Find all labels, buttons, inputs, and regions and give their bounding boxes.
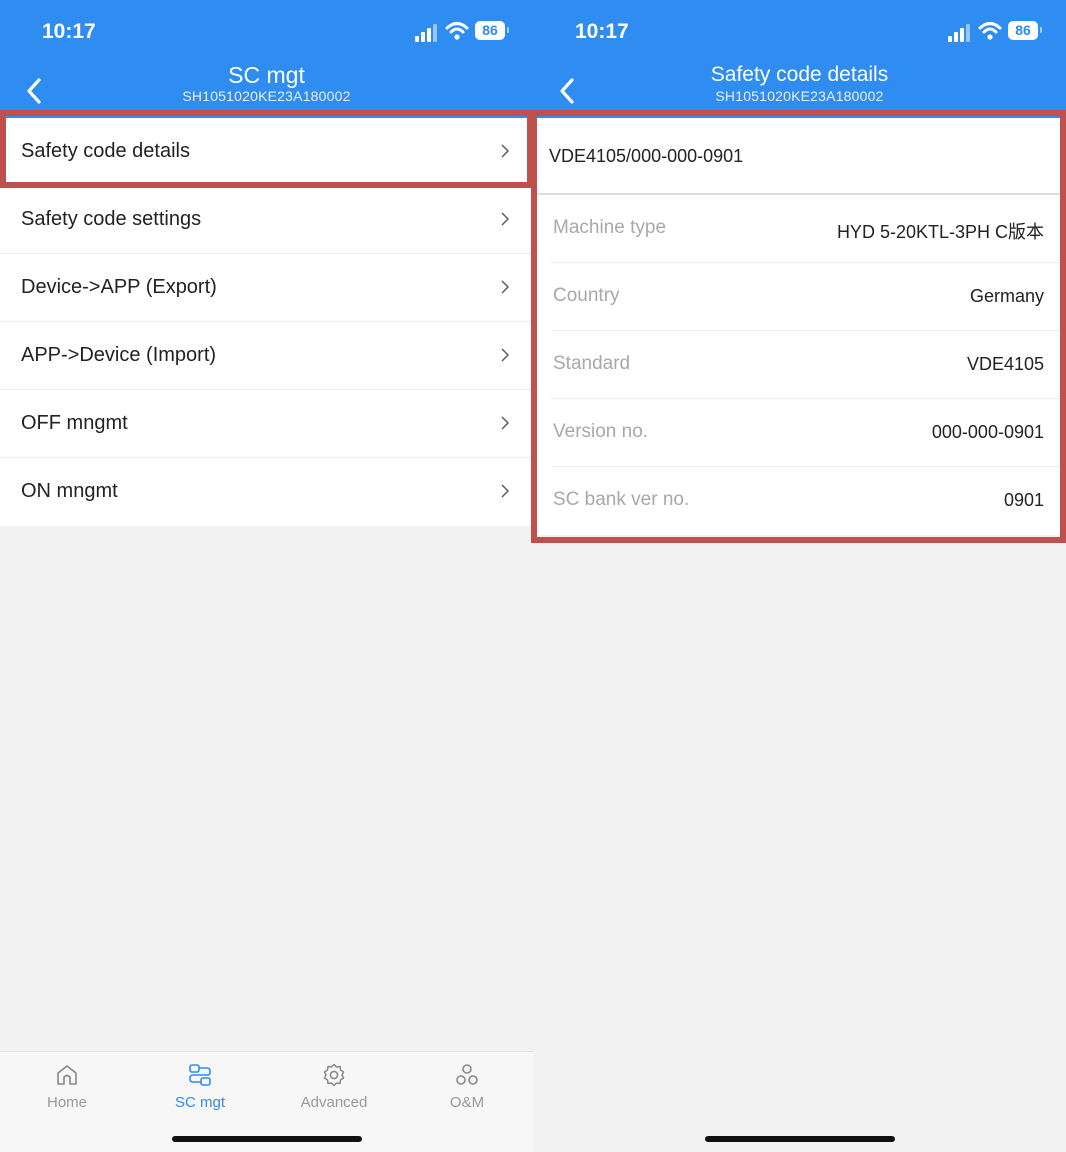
bottom-tab-bar: Home SC mgt Advanced O&M [0, 1051, 533, 1152]
menu-item-on-mngmt[interactable]: ON mngmt [0, 458, 533, 526]
chevron-right-icon [501, 280, 509, 294]
detail-value: Germany [969, 286, 1044, 306]
tab-label: O&M [449, 1094, 485, 1111]
page-title: Safety code details [710, 63, 889, 86]
gear-icon [323, 1063, 345, 1087]
menu-item-device-to-app-export[interactable]: Device->APP (Export) [0, 254, 533, 322]
chevron-right-icon [501, 348, 509, 362]
sc-menu-list: Safety code details Safety code settings… [0, 118, 533, 526]
chevron-right-icon [501, 484, 509, 498]
home-icon [57, 1065, 77, 1085]
menu-item-safety-code-details[interactable]: Safety code details [0, 118, 533, 186]
detail-label: Standard [553, 353, 631, 374]
tab-label: Advanced [300, 1094, 368, 1111]
menu-item-label: ON mngmt [21, 480, 118, 502]
detail-value: 000-000-0901 [931, 422, 1044, 442]
home-indicator [171, 1136, 362, 1142]
menu-item-label: APP->Device (Import) [21, 344, 217, 366]
detail-row-country: Country Germany [551, 263, 1066, 331]
page-title: SC mgt [228, 62, 305, 88]
menu-item-off-mngmt[interactable]: OFF mngmt [0, 390, 533, 458]
tab-label: Home [46, 1094, 87, 1111]
header-bar: 10:17 86 SC mgt SH1051020KE23A180002 [0, 0, 533, 118]
detail-label: Version no. [553, 421, 649, 442]
sc-mgt-screen: 10:17 86 SC mgt SH1051020KE23A180002 Saf… [0, 0, 533, 1152]
menu-item-safety-code-settings[interactable]: Safety code settings [0, 186, 533, 254]
wifi-icon [978, 22, 1002, 40]
om-icon [456, 1064, 478, 1085]
safety-code-value: VDE4105/000-000-0901 [549, 146, 744, 166]
menu-item-label: Safety code details [21, 140, 190, 162]
tab-om[interactable]: O&M [417, 1062, 517, 1111]
detail-row-sc-bank-ver-no: SC bank ver no. 0901 [551, 467, 1066, 535]
safety-code-detail-card: VDE4105/000-000-0901 Machine type HYD 5-… [533, 118, 1066, 535]
page-title-block: SC mgt SH1051020KE23A180002 [0, 62, 533, 104]
safety-code-row: VDE4105/000-000-0901 [533, 118, 1066, 195]
chevron-right-icon [501, 212, 509, 226]
menu-item-label: Device->APP (Export) [21, 276, 217, 298]
header-bar: 10:17 86 Safety code details SH1051020KE… [533, 0, 1066, 118]
battery-nub [507, 27, 509, 33]
battery-nub [1040, 27, 1042, 33]
status-icons: 86 [415, 20, 511, 42]
menu-item-app-to-device-import[interactable]: APP->Device (Import) [0, 322, 533, 390]
menu-item-label: OFF mngmt [21, 412, 128, 434]
detail-row-version-no: Version no. 000-000-0901 [551, 399, 1066, 467]
detail-value: HYD 5-20KTL-3PH C版本 [836, 222, 1044, 242]
detail-label: Machine type [553, 217, 667, 238]
status-icons: 86 [948, 20, 1044, 42]
status-time: 10:17 [575, 20, 629, 43]
battery-level: 86 [475, 21, 505, 40]
detail-row-standard: Standard VDE4105 [551, 331, 1066, 399]
safety-code-details-screen: 10:17 86 Safety code details SH1051020KE… [533, 0, 1066, 1152]
home-indicator [704, 1136, 895, 1142]
status-time: 10:17 [42, 20, 96, 43]
detail-value: 0901 [1003, 490, 1044, 510]
chevron-right-icon [501, 144, 509, 158]
detail-row-machine-type: Machine type HYD 5-20KTL-3PH C版本 [551, 195, 1066, 263]
detail-label: SC bank ver no. [553, 489, 690, 510]
sc-mgt-icon [189, 1064, 211, 1086]
wifi-icon [445, 22, 469, 40]
chevron-right-icon [501, 416, 509, 430]
device-serial: SH1051020KE23A180002 [182, 88, 351, 104]
tab-home[interactable]: Home [17, 1062, 117, 1111]
device-serial: SH1051020KE23A180002 [715, 88, 884, 104]
menu-item-label: Safety code settings [21, 208, 202, 230]
detail-label: Country [553, 285, 620, 306]
tab-sc-mgt[interactable]: SC mgt [150, 1062, 250, 1111]
battery-level: 86 [1008, 21, 1038, 40]
page-title-block: Safety code details SH1051020KE23A180002 [533, 62, 1066, 104]
detail-value: VDE4105 [966, 354, 1044, 374]
tab-advanced[interactable]: Advanced [284, 1062, 384, 1111]
tab-label: SC mgt [174, 1094, 225, 1111]
